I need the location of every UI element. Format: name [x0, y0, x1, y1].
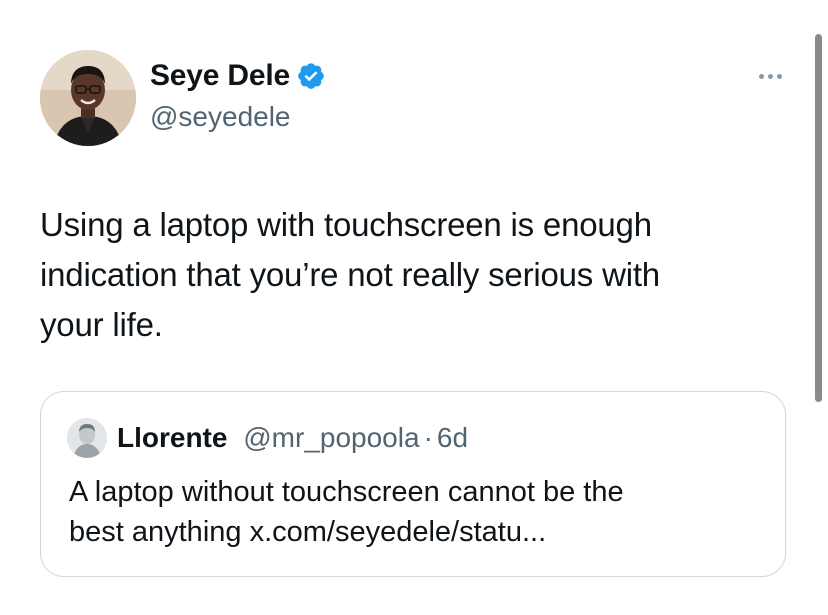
quoted-timestamp[interactable]: 6d — [437, 422, 468, 453]
quoted-author-avatar[interactable] — [67, 418, 107, 458]
vertical-scrollbar[interactable] — [815, 34, 822, 402]
author-display-name[interactable]: Seye Dele — [150, 58, 290, 94]
more-dot — [767, 73, 773, 79]
author-handle[interactable]: @seyedele — [150, 100, 291, 134]
quoted-tweet-header: Llorente @mr_popoola · 6d — [117, 420, 468, 456]
more-dot — [758, 73, 764, 79]
quoted-tweet-text: A laptop without touchscreen cannot be t… — [69, 476, 624, 548]
author-avatar[interactable] — [40, 50, 136, 146]
quoted-author-name[interactable]: Llorente — [117, 422, 227, 453]
tweet-text: Using a laptop with touchscreen is enoug… — [40, 206, 660, 343]
quoted-separator: · — [423, 422, 433, 453]
quoted-author-photo — [67, 418, 107, 458]
more-options-icon[interactable] — [750, 64, 790, 88]
quoted-author-handle[interactable]: @mr_popoola — [243, 422, 419, 453]
verified-badge-icon — [296, 61, 326, 91]
more-dot — [776, 73, 782, 79]
quoted-tweet-card[interactable]: Llorente @mr_popoola · 6d A laptop without… — [40, 391, 786, 577]
author-name-row: Seye Dele — [150, 58, 326, 94]
author-photo — [40, 50, 136, 146]
